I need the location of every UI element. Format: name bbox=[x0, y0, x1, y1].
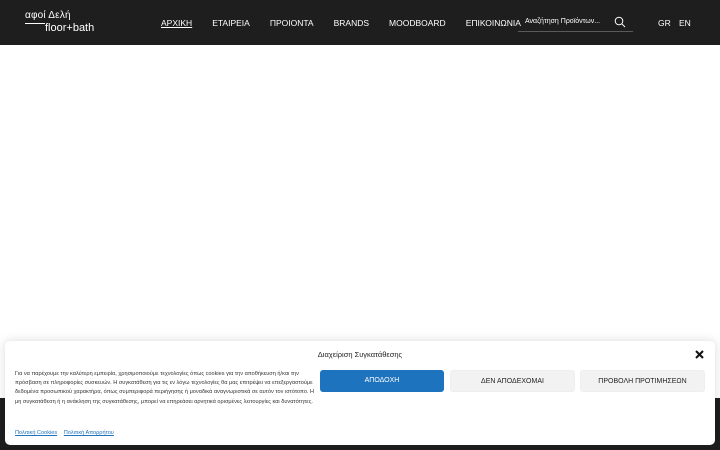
cookie-consent-banner: Διαχείριση Συγκατάθεσης Για να παρέχουμε… bbox=[5, 341, 715, 445]
deny-button[interactable]: ΔΕΝ ΑΠΟΔΕΧΟΜΑΙ bbox=[450, 370, 575, 392]
site-header: αφοί Δελή floor+bath ΑΡΧΙΚΗ ΕΤΑΙΡΕΙΑ ΠΡΟ… bbox=[0, 0, 720, 45]
nav-item-contact[interactable]: ΕΠΙΚΟΙΝΩΝΙΑ bbox=[466, 17, 521, 29]
nav-item-products[interactable]: ΠΡΟΙΟΝΤΑ bbox=[270, 17, 314, 29]
logo[interactable]: αφοί Δελή floor+bath bbox=[25, 10, 105, 36]
main-nav: ΑΡΧΙΚΗ ΕΤΑΙΡΕΙΑ ΠΡΟΙΟΝΤΑ BRANDS MOODBOAR… bbox=[161, 17, 521, 29]
logo-line bbox=[25, 23, 45, 24]
search-input[interactable]: Αναζήτηση Προϊόντων... bbox=[525, 16, 610, 27]
accept-button[interactable]: ΑΠΟΔΟΧΗ bbox=[320, 370, 444, 392]
search-field[interactable]: Αναζήτηση Προϊόντων... bbox=[518, 13, 633, 32]
nav-item-moodboard[interactable]: MOODBOARD bbox=[389, 17, 446, 29]
consent-title: Διαχείριση Συγκατάθεσης bbox=[317, 350, 403, 359]
consent-text: Για να παρέχουμε την καλύτερη εμπειρία, … bbox=[15, 371, 315, 405]
language-gr[interactable]: GR bbox=[658, 18, 671, 29]
privacy-policy-link[interactable]: Πολιτική Απορρήτου bbox=[64, 430, 114, 436]
nav-item-brands[interactable]: BRANDS bbox=[334, 17, 369, 29]
close-icon[interactable] bbox=[694, 349, 705, 360]
search-icon[interactable] bbox=[614, 16, 626, 28]
nav-item-company[interactable]: ΕΤΑΙΡΕΙΑ bbox=[212, 17, 250, 29]
nav-item-home[interactable]: ΑΡΧΙΚΗ bbox=[161, 17, 192, 29]
view-preferences-button[interactable]: ΠΡΟΒΟΛΗ ΠΡΟΤΙΜΗΣΕΩΝ bbox=[580, 370, 705, 392]
logo-tagline: floor+bath bbox=[45, 22, 95, 34]
language-en[interactable]: EN bbox=[679, 18, 691, 29]
cookie-policy-link[interactable]: Πολιτική Cookies bbox=[15, 430, 57, 436]
consent-links: Πολιτική Cookies Πολιτική Απορρήτου bbox=[15, 429, 119, 437]
